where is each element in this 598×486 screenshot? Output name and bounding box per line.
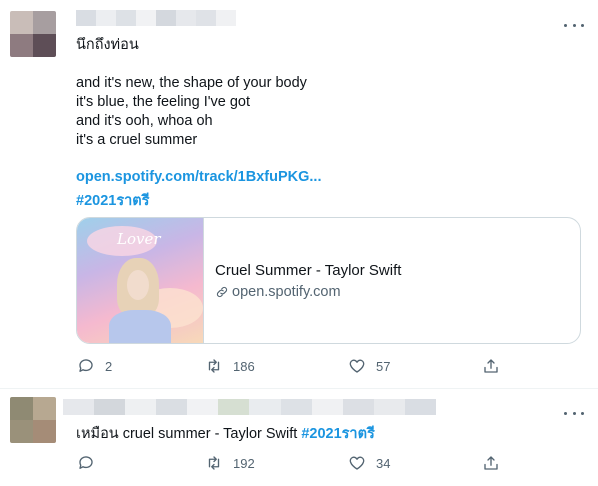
heart-icon [349, 359, 365, 373]
retweet-icon [208, 359, 220, 373]
tweet[interactable]: เหมือน cruel summer - Taylor Swift #2021… [0, 389, 598, 486]
author-name-blurred[interactable] [76, 10, 236, 26]
like-count: 57 [376, 358, 391, 374]
retweet-count: 192 [233, 455, 255, 471]
like-button[interactable]: 34 [348, 454, 390, 472]
tweet-text-line: นึกถึงท่อน [76, 37, 139, 53]
album-cover-image: Lover [77, 218, 204, 343]
tweet-text: เหมือน cruel summer - Taylor Swift #2021… [76, 425, 375, 444]
avatar[interactable] [10, 397, 56, 443]
share-button[interactable] [482, 357, 500, 375]
tweet-text-body: เหมือน cruel summer - Taylor Swift [76, 426, 298, 442]
retweet-button[interactable]: 192 [205, 454, 255, 472]
more-icon [564, 23, 567, 27]
retweet-count: 186 [233, 358, 255, 374]
like-button[interactable]: 57 [348, 357, 390, 375]
tweet-text: นึกถึงท่อน and it's new, the shape of yo… [76, 36, 307, 150]
share-icon [484, 359, 498, 373]
tweet-link[interactable]: open.spotify.com/track/1BxfuPKG... [76, 169, 321, 185]
tweet-text-line: and it's new, the shape of your body [76, 75, 307, 91]
tweet-text-line: it's a cruel summer [76, 132, 198, 148]
more-icon [564, 411, 567, 415]
link-preview-card[interactable]: Lover Cruel Summer - Taylor Swift open.s… [76, 217, 581, 344]
heart-icon [349, 456, 365, 470]
reply-icon [79, 456, 93, 469]
reply-button[interactable] [77, 454, 105, 472]
author-name-blurred[interactable] [63, 399, 436, 415]
retweet-icon [208, 456, 220, 470]
card-domain: open.spotify.com [215, 284, 341, 300]
tweet-text-line [76, 55, 307, 74]
tweet-text-line: and it's ooh, whoa oh [76, 113, 213, 129]
tweet[interactable]: นึกถึงท่อน and it's new, the shape of yo… [0, 0, 598, 389]
like-count: 34 [376, 455, 391, 471]
card-title: Cruel Summer - Taylor Swift [215, 262, 402, 279]
tweet-text-line: it's blue, the feeling I've got [76, 94, 251, 110]
card-domain-text: open.spotify.com [232, 284, 341, 300]
more-options-button[interactable] [564, 18, 584, 32]
hashtag-link[interactable]: #2021ราตรี [76, 189, 149, 212]
share-icon [484, 456, 498, 470]
share-button[interactable] [482, 454, 500, 472]
album-title-text: Lover [117, 230, 161, 248]
more-options-button[interactable] [564, 406, 584, 420]
reply-button[interactable]: 2 [77, 357, 112, 375]
retweet-button[interactable]: 186 [205, 357, 255, 375]
reply-count: 2 [105, 358, 113, 374]
hashtag-link[interactable]: #2021ราตรี [301, 426, 374, 442]
avatar[interactable] [10, 11, 56, 57]
link-icon [216, 286, 228, 298]
reply-icon [79, 359, 93, 372]
